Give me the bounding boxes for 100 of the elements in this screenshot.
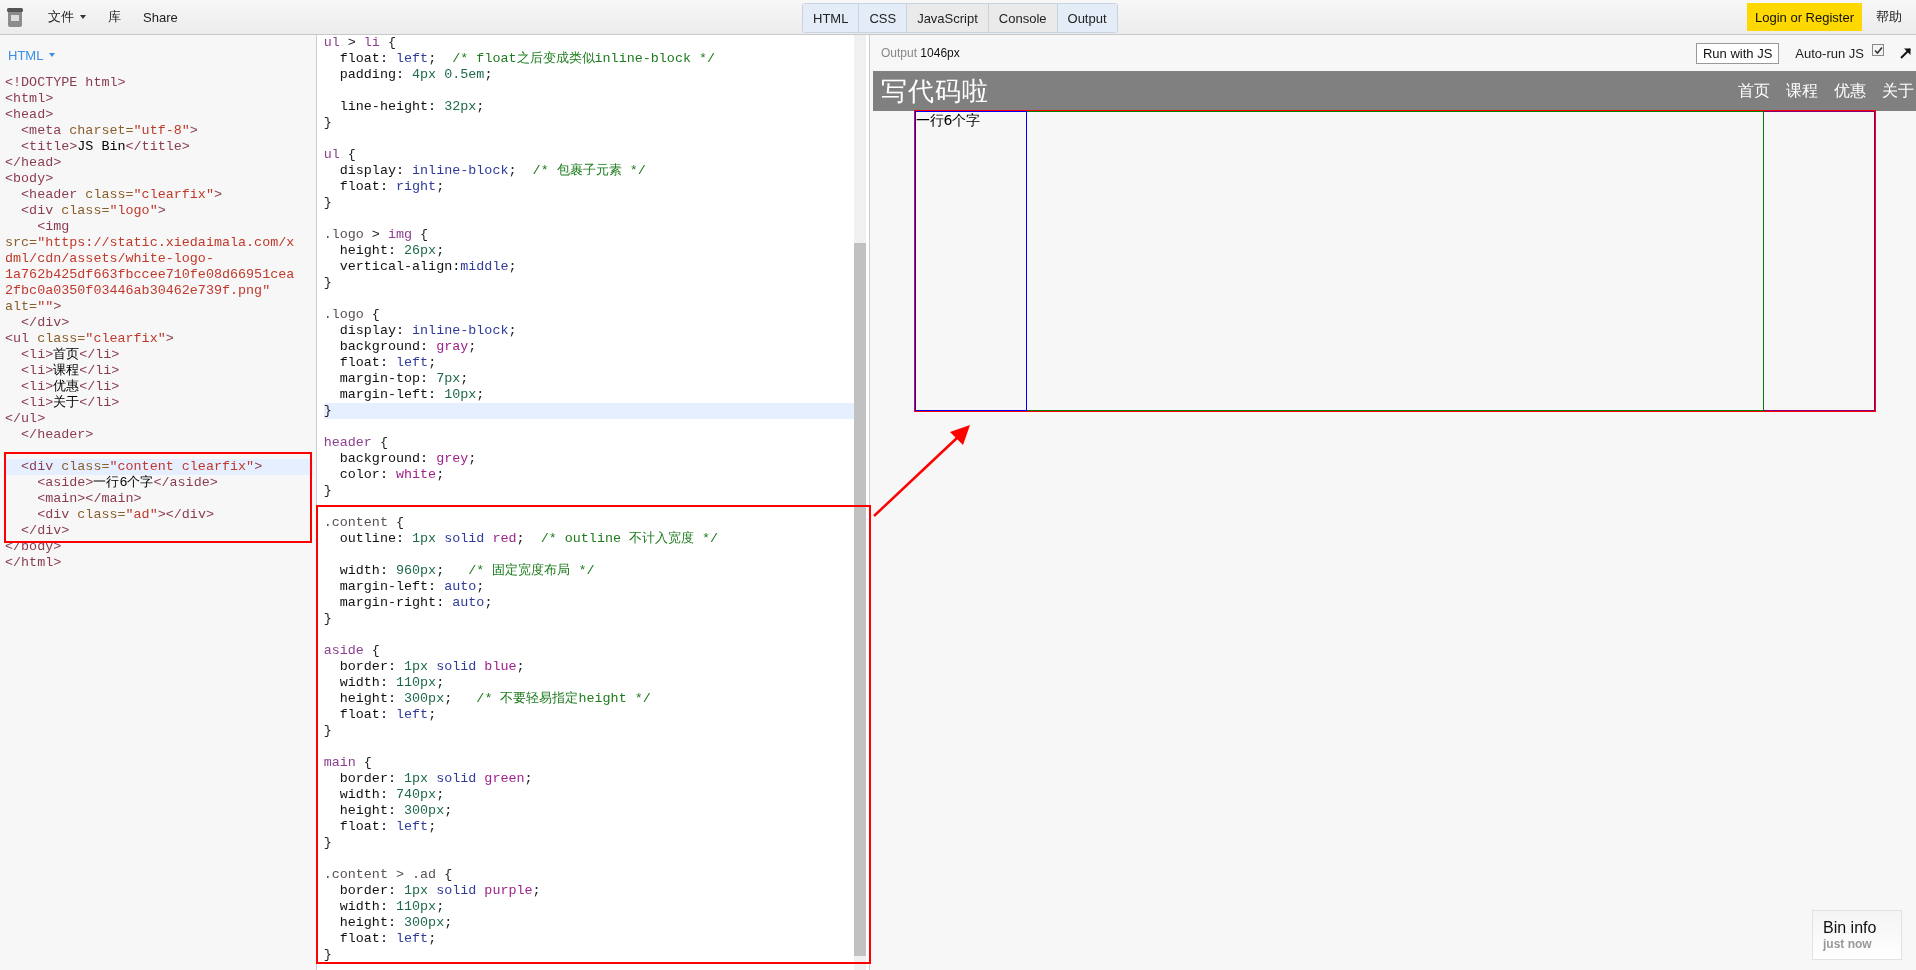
code-line: float: left;: [338, 707, 438, 723]
code-line: <title>JS Bin</title>: [20, 139, 191, 155]
code-line: float: left;: [338, 931, 438, 947]
site-logo: 写代码啦: [881, 74, 989, 108]
auto-run-checkbox[interactable]: [1872, 44, 1884, 56]
code-line: <img: [36, 219, 71, 235]
code-line: .content {: [323, 515, 405, 531]
run-button[interactable]: Run with JS: [1695, 42, 1780, 64]
code-line: <head>: [5, 107, 55, 123]
code-line: margin-left: auto;: [338, 579, 486, 595]
code-line: border: 1px solid purple;: [338, 883, 542, 899]
code-line: <li>优惠</li>: [20, 379, 121, 395]
code-line: header {: [323, 435, 389, 451]
code-line: background: grey;: [338, 451, 478, 467]
code-line: .content > .ad {: [323, 867, 454, 883]
code-line: width: 960px; /* 固定宽度布局 */: [338, 563, 596, 579]
panel-tab[interactable]: HTML: [803, 4, 860, 32]
panel-tab[interactable]: CSS: [859, 4, 908, 32]
code-line: }: [323, 483, 333, 499]
code-line: </head>: [5, 155, 63, 171]
code-line: float: left; /* float之后变成类似inline-block */: [338, 51, 717, 67]
code-line: alt="">: [5, 299, 63, 315]
code-line: margin-right: auto;: [338, 595, 494, 611]
code-line: <li>课程</li>: [20, 363, 121, 379]
nav-item[interactable]: 关于: [1874, 76, 1916, 106]
nav-item[interactable]: 优惠: [1826, 76, 1874, 106]
code-line: padding: 4px 0.5em;: [338, 67, 494, 83]
code-line: <!DOCTYPE html>: [5, 75, 127, 91]
code-line: ul {: [323, 147, 357, 163]
code-line: height: 26px;: [338, 243, 446, 259]
file-menu[interactable]: 文件: [40, 6, 94, 28]
output-label: Output 1046px: [881, 46, 960, 60]
panel-tab[interactable]: Console: [988, 4, 1058, 32]
nav-item[interactable]: 首页: [1730, 76, 1778, 106]
code-line: margin-top: 7px;: [338, 371, 470, 387]
code-line: height: 300px;: [338, 915, 454, 931]
scrollbar[interactable]: [854, 35, 866, 970]
code-line: border: 1px solid green;: [338, 771, 534, 787]
nav-item[interactable]: 课程: [1778, 76, 1826, 106]
code-line: ul > li {: [323, 35, 397, 51]
code-line: display: inline-block;: [338, 323, 518, 339]
code-line: vertical-align:middle;: [338, 259, 518, 275]
code-line: <body>: [5, 171, 55, 187]
code-line: width: 110px;: [338, 675, 446, 691]
code-line: </body>: [5, 539, 63, 555]
code-line: <aside>一行6个字</aside>: [36, 475, 219, 491]
code-line: float: right;: [338, 179, 446, 195]
pop-out-arrow-icon[interactable]: [1900, 47, 1912, 59]
code-line: <li>关于</li>: [20, 395, 121, 411]
code-line: <div class="ad"></div>: [36, 507, 215, 523]
code-line: float: left;: [338, 355, 438, 371]
bin-info-card[interactable]: Bin info just now: [1812, 910, 1902, 960]
code-line: height: 300px;: [338, 803, 454, 819]
code-line: </header>: [20, 427, 95, 443]
code-line: background: gray;: [338, 339, 478, 355]
code-line: color: white;: [338, 467, 446, 483]
code-line: margin-left: 10px;: [338, 387, 486, 403]
panel-tab[interactable]: Output: [1057, 4, 1117, 32]
code-line: <li>首页</li>: [20, 347, 121, 363]
code-line: float: left;: [338, 819, 438, 835]
code-line: }: [323, 115, 333, 131]
code-line: }: [323, 195, 333, 211]
code-line: }: [323, 611, 333, 627]
code-line: src="https://static.xiedaimala.com/x: [5, 235, 296, 251]
bin-info-title: Bin info: [1823, 919, 1878, 937]
code-line: <main></main>: [36, 491, 143, 507]
code-line: height: 300px; /* 不要轻易指定height */: [338, 691, 652, 707]
code-line: }: [323, 275, 333, 291]
panel-tab[interactable]: JavaScript: [907, 4, 989, 32]
code-line: outline: 1px solid red; /* outline 不计入宽度 */: [338, 531, 720, 547]
code-line: </div>: [20, 523, 71, 539]
help-link[interactable]: 帮助: [1868, 6, 1910, 28]
code-line: }: [323, 723, 333, 739]
code-line: <header class="clearfix">: [20, 187, 223, 203]
code-line: <html>: [5, 91, 55, 107]
code-line: 2fbc0a0350f03446ab30462e739f.png": [5, 283, 272, 299]
code-line: main {: [323, 755, 373, 771]
code-line: line-height: 32px;: [338, 99, 486, 115]
code-line: width: 740px;: [338, 787, 446, 803]
code-line: dml/cdn/assets/white-logo-: [5, 251, 215, 267]
bin-info-time: just now: [1823, 937, 1873, 951]
code-line: </ul>: [5, 411, 47, 427]
bin-logo-icon[interactable]: [6, 6, 24, 28]
code-line: }: [323, 835, 333, 851]
code-line: <ul class="clearfix">: [5, 331, 175, 347]
code-line: .logo {: [323, 307, 381, 323]
code-line: 1a762b425df663fbccee710fe08d66951cea: [5, 267, 296, 283]
share-menu[interactable]: Share: [135, 7, 186, 27]
code-line: }: [323, 947, 333, 963]
code-line: </html>: [5, 555, 63, 571]
code-line: <div class="logo">: [20, 203, 167, 219]
auto-run-label: Auto-run JS: [1795, 45, 1864, 61]
login-button[interactable]: Login or Register: [1747, 3, 1862, 31]
code-line: width: 110px;: [338, 899, 446, 915]
code-line: .logo > img {: [323, 227, 430, 243]
code-line: </div>: [20, 315, 71, 331]
code-line: border: 1px solid blue;: [338, 659, 526, 675]
library-menu[interactable]: 库: [100, 6, 129, 28]
code-line: display: inline-block; /* 包裹子元素 */: [338, 163, 647, 179]
aside-text: 一行6个字: [915, 112, 981, 130]
